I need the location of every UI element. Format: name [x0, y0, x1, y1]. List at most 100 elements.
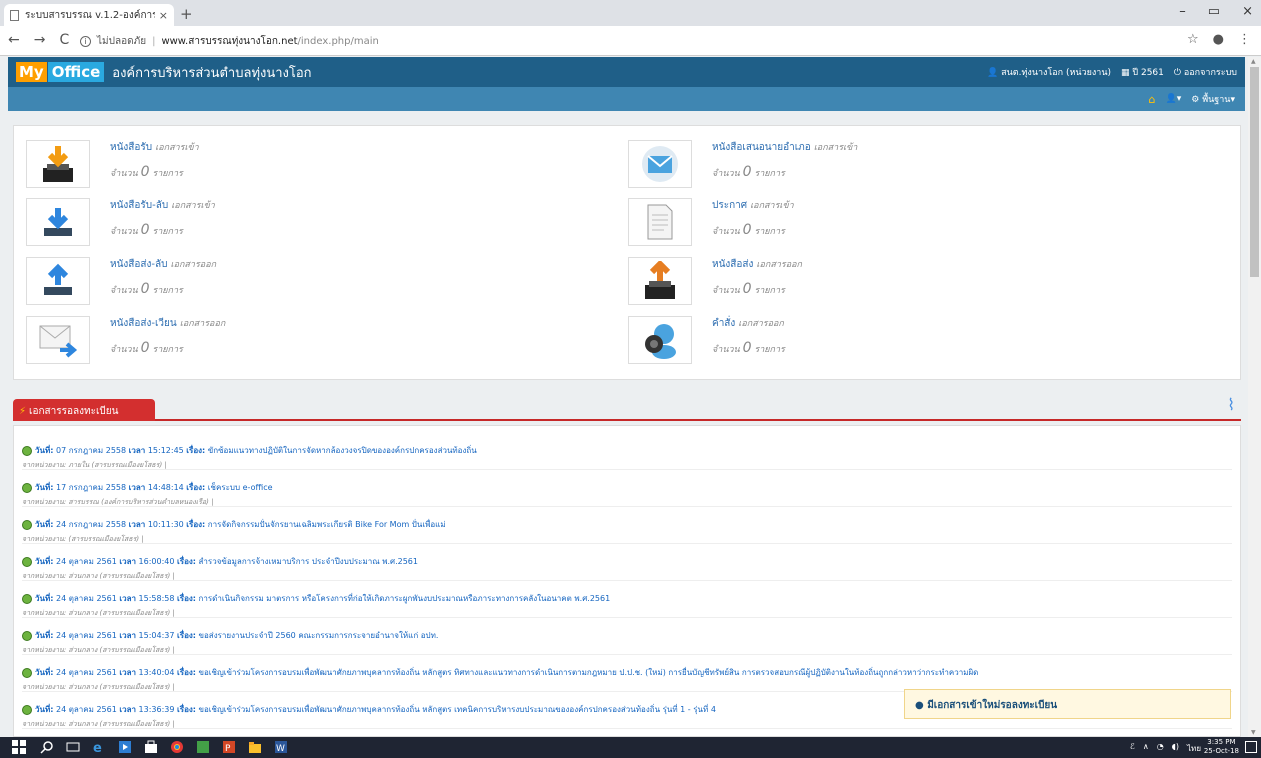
doc-item-count: จำนวน 0 รายการ: [712, 340, 785, 356]
calendar-icon: ▦: [1121, 68, 1133, 78]
maximize-button[interactable]: ▭: [1208, 4, 1220, 19]
item-source: จากหน่วยงาน: ภายใน (สารบรรณเมืองยโสธร) |: [22, 461, 167, 469]
doc-item-propose[interactable]: หนังสือเสนอนายอำเภอ เอกสารเข้า จำนวน 0 รา…: [628, 140, 857, 188]
doc-item-count: จำนวน 0 รายการ: [712, 222, 785, 238]
back-arrow-icon[interactable]: ←: [8, 32, 20, 48]
list-item[interactable]: วันที่: 07 กรกฎาคม 2558 เวลา 15:12:45 เร…: [22, 440, 1232, 470]
doc-item-order[interactable]: คำสั่ง เอกสารออก จำนวน 0 รายการ: [628, 316, 785, 364]
org-name: องค์การบริหารส่วนตำบลทุ่งนางโอก: [112, 65, 312, 81]
list-item[interactable]: วันที่: 24 ตุลาคม 2561 เวลา 13:40:04 เรื…: [22, 662, 1232, 692]
file-explorer-icon[interactable]: [248, 740, 262, 754]
new-docs-notice[interactable]: ● มีเอกสารเข้าใหม่รอลงทะเบียน: [904, 689, 1231, 719]
pending-tab[interactable]: ⚡ เอกสารรอลงทะเบียน: [13, 399, 155, 421]
volume-icon[interactable]: ◖): [1172, 742, 1179, 755]
list-item[interactable]: วันที่: 17 กรกฎาคม 2558 เวลา 14:48:14 เร…: [22, 477, 1232, 507]
notification-icon[interactable]: [1245, 741, 1257, 753]
profile-icon[interactable]: ●: [1213, 32, 1224, 47]
people-icon[interactable]: ℰ: [1130, 742, 1135, 755]
doc-item-title[interactable]: หนังสือส่ง-เวียน เอกสารออก: [110, 316, 225, 331]
tab-close-icon[interactable]: ×: [159, 9, 168, 22]
network-icon[interactable]: ◔: [1157, 742, 1164, 755]
browser-tab[interactable]: ระบบสารบรรณ v.1.2-องค์การบริหาร ×: [4, 4, 174, 26]
inbox-tray-icon: [26, 140, 90, 188]
doc-item-title[interactable]: หนังสือรับ-ลับ เอกสารเข้า: [110, 198, 215, 213]
globe-icon: [22, 630, 32, 641]
doc-item-title[interactable]: หนังสือส่ง-ลับ เอกสารออก: [110, 257, 216, 272]
item-source: จากหน่วยงาน: ส่วนกลาง (สารบรรณเมืองยโสธร…: [22, 609, 175, 617]
system-tray: ℰ ∧ ◔ ◖) ไทย: [1130, 742, 1201, 755]
globe-icon: [22, 593, 32, 604]
doc-item-title[interactable]: ประกาศ เอกสารเข้า: [712, 198, 794, 213]
user-menu-icon[interactable]: 👤▾: [1166, 94, 1182, 104]
windows-start-icon[interactable]: [12, 740, 26, 754]
pending-header: ⚡ เอกสารรอลงทะเบียน ⌇: [13, 395, 1241, 421]
reload-icon[interactable]: C: [59, 32, 69, 48]
scroll-up-icon[interactable]: ▲: [1251, 58, 1256, 65]
upload-icon: [26, 257, 90, 305]
chrome-icon[interactable]: [170, 740, 184, 754]
list-item[interactable]: วันที่: 24 กรกฎาคม 2558 เวลา 10:11:30 เร…: [22, 514, 1232, 544]
list-item[interactable]: วันที่: 24 ตุลาคม 2561 เวลา 15:04:37 เรื…: [22, 625, 1232, 655]
scroll-down-icon[interactable]: ▼: [1251, 729, 1256, 736]
close-window-button[interactable]: ×: [1242, 4, 1253, 19]
globe-icon: [22, 445, 32, 456]
user-link[interactable]: 👤 สนต.ทุ่งนางโอก (หน่วยงาน): [987, 65, 1111, 79]
basic-menu[interactable]: ⚙ พื้นฐาน▾: [1191, 92, 1235, 106]
browser-tab-bar: ระบบสารบรรณ v.1.2-องค์การบริหาร × + – ▭ …: [0, 0, 1261, 26]
task-view-icon[interactable]: [66, 740, 80, 754]
browser-actions: ☆ ● ⋮: [1187, 32, 1251, 47]
media-icon[interactable]: [118, 740, 132, 754]
scroll-thumb[interactable]: [1250, 67, 1259, 277]
star-icon[interactable]: ☆: [1187, 32, 1199, 47]
doc-item-count: จำนวน 0 รายการ: [712, 281, 785, 297]
page-icon: [10, 9, 19, 21]
list-item[interactable]: วันที่: 24 ตุลาคม 2561 เวลา 15:58:58 เรื…: [22, 588, 1232, 618]
url-separator: |: [152, 35, 156, 47]
app-header: My Office องค์การบริหารส่วนตำบลทุ่งนางโอ…: [8, 57, 1245, 87]
doc-item-received-secret[interactable]: หนังสือรับ-ลับ เอกสารเข้า จำนวน 0 รายการ: [26, 198, 215, 246]
doc-item-title[interactable]: หนังสือเสนอนายอำเภอ เอกสารเข้า: [712, 140, 857, 155]
taskbar-clock[interactable]: 3:35 PM 25-Oct-18: [1204, 738, 1239, 756]
globe-icon: [22, 482, 32, 493]
logout-link[interactable]: ⏻ ออกจากระบบ: [1174, 65, 1237, 79]
logo-my: My: [16, 62, 47, 82]
forward-arrow-icon[interactable]: →: [34, 32, 46, 48]
list-item[interactable]: วันที่: 24 ตุลาคม 2561 เวลา 16:00:40 เรื…: [22, 551, 1232, 581]
minimize-button[interactable]: –: [1179, 4, 1186, 19]
document-category-panel: หนังสือรับ เอกสารเข้า จำนวน 0 รายการ หนัง…: [13, 125, 1241, 380]
info-icon[interactable]: i: [80, 35, 91, 47]
year-link[interactable]: ▦ ปี 2561: [1121, 65, 1164, 79]
tray-chevron-icon[interactable]: ∧: [1143, 742, 1149, 755]
store-icon[interactable]: [144, 740, 158, 754]
doc-item-title[interactable]: หนังสือส่ง เอกสารออก: [712, 257, 802, 272]
page-scrollbar[interactable]: ▲ ▼: [1248, 57, 1261, 737]
url-path: /index.php/main: [297, 35, 379, 47]
photos-icon[interactable]: [196, 740, 210, 754]
url-field[interactable]: i ไม่ปลอดภัย | www.สารบรรณทุ่งนางโอก.net…: [80, 30, 1190, 52]
doc-item-announcement[interactable]: ประกาศ เอกสารเข้า จำนวน 0 รายการ: [628, 198, 794, 246]
word-icon[interactable]: W: [274, 740, 288, 754]
new-tab-button[interactable]: +: [180, 5, 193, 23]
globe-icon: [22, 704, 32, 715]
doc-item-title[interactable]: คำสั่ง เอกสารออก: [712, 316, 785, 331]
powerpoint-icon[interactable]: P: [222, 740, 236, 754]
myoffice-logo[interactable]: My Office: [16, 62, 105, 82]
globe-icon: [22, 556, 32, 567]
document-icon: [628, 198, 692, 246]
doc-item-title[interactable]: หนังสือรับ เอกสารเข้า: [110, 140, 199, 155]
doc-item-circular[interactable]: หนังสือส่ง-เวียน เอกสารออก จำนวน 0 รายการ: [26, 316, 225, 364]
language-indicator[interactable]: ไทย: [1187, 742, 1201, 755]
doc-item-count: จำนวน 0 รายการ: [110, 164, 183, 180]
search-icon[interactable]: [40, 740, 54, 754]
item-source: จากหน่วยงาน: ส่วนกลาง (สารบรรณเมืองยโสธร…: [22, 720, 175, 728]
edge-icon[interactable]: e: [92, 740, 106, 754]
item-source: จากหน่วยงาน: ส่วนกลาง (สารบรรณเมืองยโสธร…: [22, 572, 175, 580]
doc-item-count: จำนวน 0 รายการ: [110, 281, 183, 297]
home-icon[interactable]: ⌂: [1149, 93, 1156, 106]
menu-icon[interactable]: ⋮: [1238, 32, 1251, 47]
doc-item-received[interactable]: หนังสือรับ เอกสารเข้า จำนวน 0 รายการ: [26, 140, 199, 188]
gear-icon: ⚙: [1191, 95, 1203, 105]
doc-item-sent[interactable]: หนังสือส่ง เอกสารออก จำนวน 0 รายการ: [628, 257, 802, 305]
alert-icon: ●: [915, 700, 928, 711]
doc-item-sent-secret[interactable]: หนังสือส่ง-ลับ เอกสารออก จำนวน 0 รายการ: [26, 257, 216, 305]
